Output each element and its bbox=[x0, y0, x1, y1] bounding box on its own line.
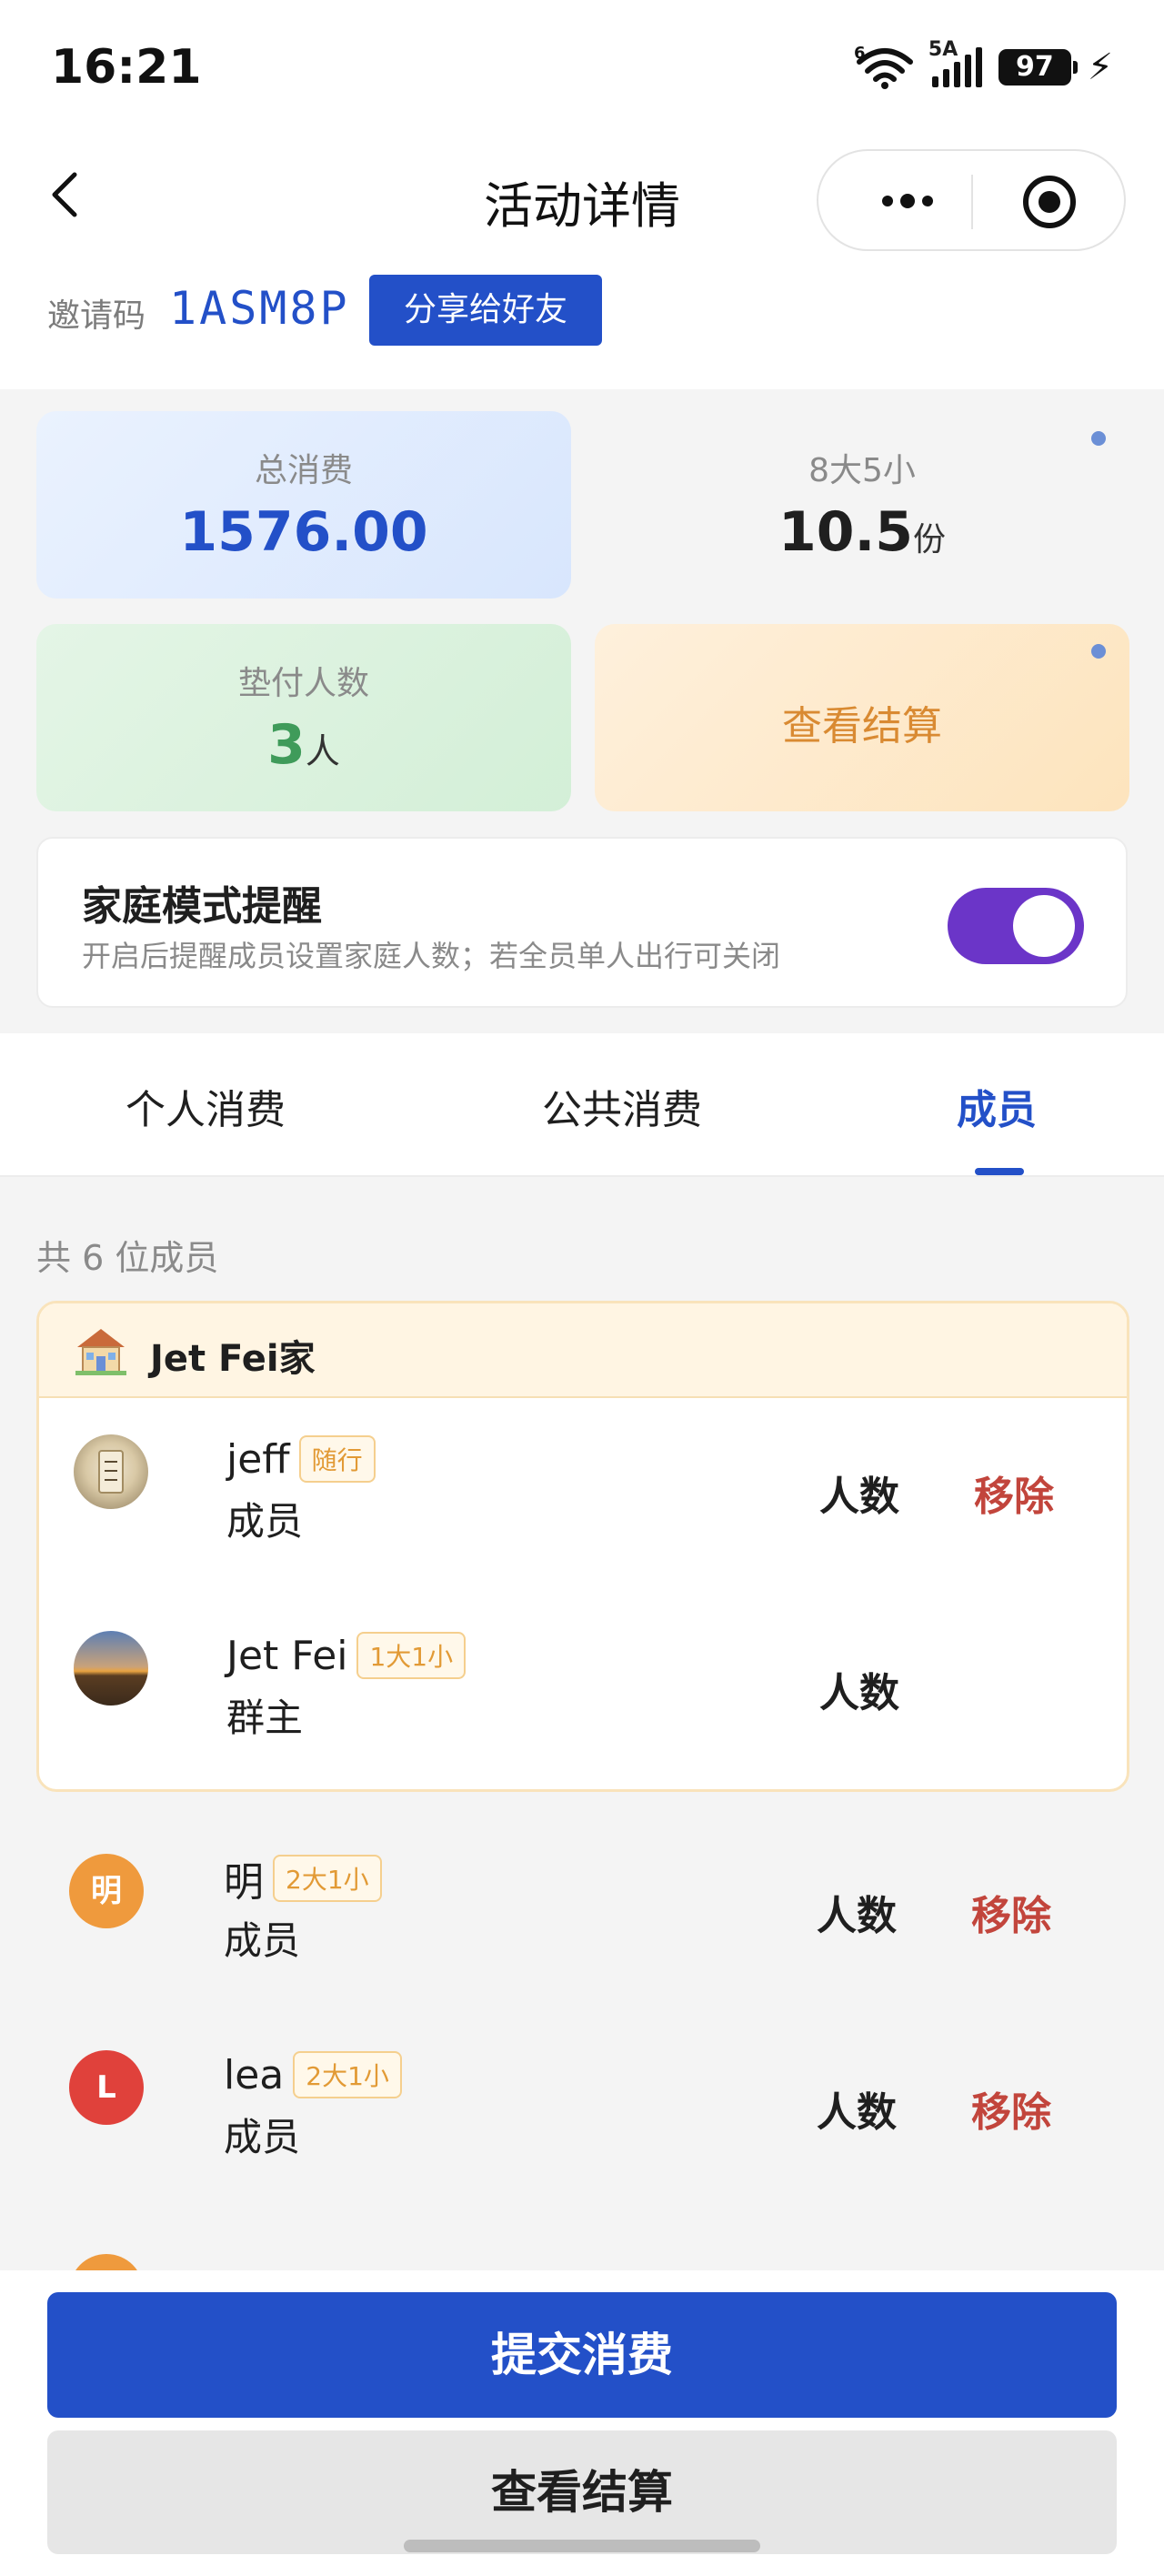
member-row: L lea 2大1小 成员 人数 移除 bbox=[36, 2014, 1129, 2210]
member-name: 明 bbox=[224, 1859, 264, 1906]
nav-bar: 活动详情 bbox=[0, 136, 1164, 264]
member-tag: 2大1小 bbox=[273, 1855, 382, 1902]
view-settlement-button[interactable]: 查看结算 bbox=[47, 2430, 1117, 2554]
member-name-line: lea 2大1小 bbox=[224, 2050, 402, 2099]
submit-spending-button[interactable]: 提交消费 bbox=[47, 2292, 1117, 2418]
shares-card[interactable]: 8大5小 10.5份 bbox=[595, 411, 1129, 599]
invite-code: 1ASM8P bbox=[169, 282, 350, 335]
tab-public-spending[interactable]: 公共消费 bbox=[542, 1077, 702, 1135]
status-time: 16:21 bbox=[51, 40, 202, 95]
payers-label: 垫付人数 bbox=[237, 665, 369, 702]
more-dots-icon[interactable] bbox=[862, 187, 953, 215]
member-role: 群主 bbox=[226, 1696, 304, 1740]
payers-value-line: 3人 bbox=[36, 713, 571, 777]
invite-label: 邀请码 bbox=[47, 297, 146, 335]
member-role: 成员 bbox=[224, 2115, 301, 2159]
tab-personal-spending[interactable]: 个人消费 bbox=[125, 1077, 286, 1135]
chevron-left-icon[interactable] bbox=[40, 167, 95, 222]
payers-value: 3 bbox=[267, 713, 306, 777]
remove-button[interactable]: 移除 bbox=[971, 1883, 1051, 1941]
member-name: lea bbox=[224, 2051, 285, 2098]
headcount-button[interactable]: 人数 bbox=[817, 2079, 897, 2138]
view-settlement-card[interactable]: 查看结算 bbox=[595, 624, 1129, 811]
remove-button[interactable]: 移除 bbox=[974, 1464, 1054, 1522]
member-name-line: jeff 随行 bbox=[226, 1434, 376, 1484]
family-mode-card: 家庭模式提醒 开启后提醒成员设置家庭人数；若全员单人出行可关闭 bbox=[36, 837, 1128, 1008]
house-icon bbox=[75, 1329, 126, 1375]
total-value: 1576.00 bbox=[179, 500, 428, 564]
wifi-icon: 6 bbox=[854, 45, 913, 89]
tab-bar: 个人消费 公共消费 成员 bbox=[0, 1033, 1164, 1177]
signal-icon: 5A bbox=[928, 38, 982, 87]
family-mode-title: 家庭模式提醒 bbox=[82, 883, 322, 930]
shares-value: 10.5 bbox=[778, 500, 914, 564]
member-name: Jet Fei bbox=[226, 1632, 348, 1679]
family-group-header: Jet Fei家 bbox=[39, 1303, 1127, 1398]
total-spending-card: 总消费 1576.00 bbox=[36, 411, 571, 599]
total-label: 总消费 bbox=[254, 452, 353, 489]
status-bar: 16:21 6 5A 97 ⚡ bbox=[0, 0, 1164, 136]
battery-icon: 97 bbox=[998, 49, 1078, 86]
avatar bbox=[74, 1434, 148, 1509]
toggle-knob bbox=[1013, 895, 1075, 957]
family-group-title: Jet Fei家 bbox=[150, 1338, 316, 1380]
shares-unit: 份 bbox=[913, 521, 947, 558]
charging-icon: ⚡ bbox=[1087, 46, 1113, 88]
family-mode-toggle[interactable] bbox=[948, 888, 1084, 964]
remove-button[interactable]: 移除 bbox=[971, 2079, 1051, 2138]
shares-value-line: 10.5份 bbox=[595, 500, 1129, 564]
share-button[interactable]: 分享给好友 bbox=[369, 275, 602, 346]
member-name-line: Jet Fei 1大1小 bbox=[226, 1631, 467, 1680]
member-tag: 2大1小 bbox=[293, 2051, 402, 2098]
mini-program-capsule bbox=[817, 149, 1126, 251]
member-name: jeff bbox=[226, 1435, 290, 1483]
payers-unit: 人 bbox=[305, 731, 340, 771]
capsule-divider bbox=[971, 175, 973, 229]
network-label: 5A bbox=[928, 38, 958, 61]
invite-row: 邀请码 1ASM8P 分享给好友 bbox=[0, 264, 1164, 389]
member-tag: 1大1小 bbox=[356, 1632, 467, 1679]
member-role: 成员 bbox=[226, 1499, 304, 1544]
headcount-button[interactable]: 人数 bbox=[819, 1660, 899, 1718]
target-icon[interactable] bbox=[1020, 173, 1079, 231]
bottom-action-bar: 提交消费 查看结算 bbox=[0, 2270, 1164, 2576]
member-tag: 随行 bbox=[298, 1435, 376, 1483]
indicator-dot bbox=[1091, 644, 1106, 659]
member-count: 共 6 位成员 bbox=[36, 1238, 219, 1278]
status-icons: 6 5A 97 ⚡ bbox=[854, 38, 1113, 91]
avatar: L bbox=[69, 2050, 144, 2125]
shares-label: 8大5小 bbox=[808, 452, 916, 489]
member-row: Jet Fei 1大1小 群主 人数 bbox=[39, 1595, 1127, 1789]
avatar: 明 bbox=[69, 1854, 144, 1928]
family-mode-description: 开启后提醒成员设置家庭人数；若全员单人出行可关闭 bbox=[82, 939, 781, 973]
headcount-button[interactable]: 人数 bbox=[819, 1464, 899, 1522]
member-row: jeff 随行 成员 人数 移除 bbox=[39, 1398, 1127, 1595]
view-settlement-label: 查看结算 bbox=[782, 703, 942, 750]
member-name-line: 明 2大1小 bbox=[224, 1854, 382, 1906]
headcount-button[interactable]: 人数 bbox=[817, 1883, 897, 1941]
activity-detail-page: 16:21 6 5A 97 ⚡ 活动详情 邀请码 1ASM8P 分享给好友 总消… bbox=[0, 0, 1164, 2576]
member-row: 明 明 2大1小 成员 人数 移除 bbox=[36, 1817, 1129, 2014]
member-role: 成员 bbox=[224, 1918, 301, 1963]
home-indicator[interactable] bbox=[404, 2540, 760, 2552]
family-group-card: Jet Fei家 jeff 随行 成员 人数 移除 Jet Fei 1大1小 群… bbox=[36, 1301, 1129, 1792]
wifi-label: 6 bbox=[854, 45, 866, 63]
tab-members[interactable]: 成员 bbox=[957, 1077, 1037, 1135]
active-tab-indicator bbox=[975, 1168, 1024, 1175]
avatar bbox=[74, 1631, 148, 1706]
payers-card: 垫付人数 3人 bbox=[36, 624, 571, 811]
